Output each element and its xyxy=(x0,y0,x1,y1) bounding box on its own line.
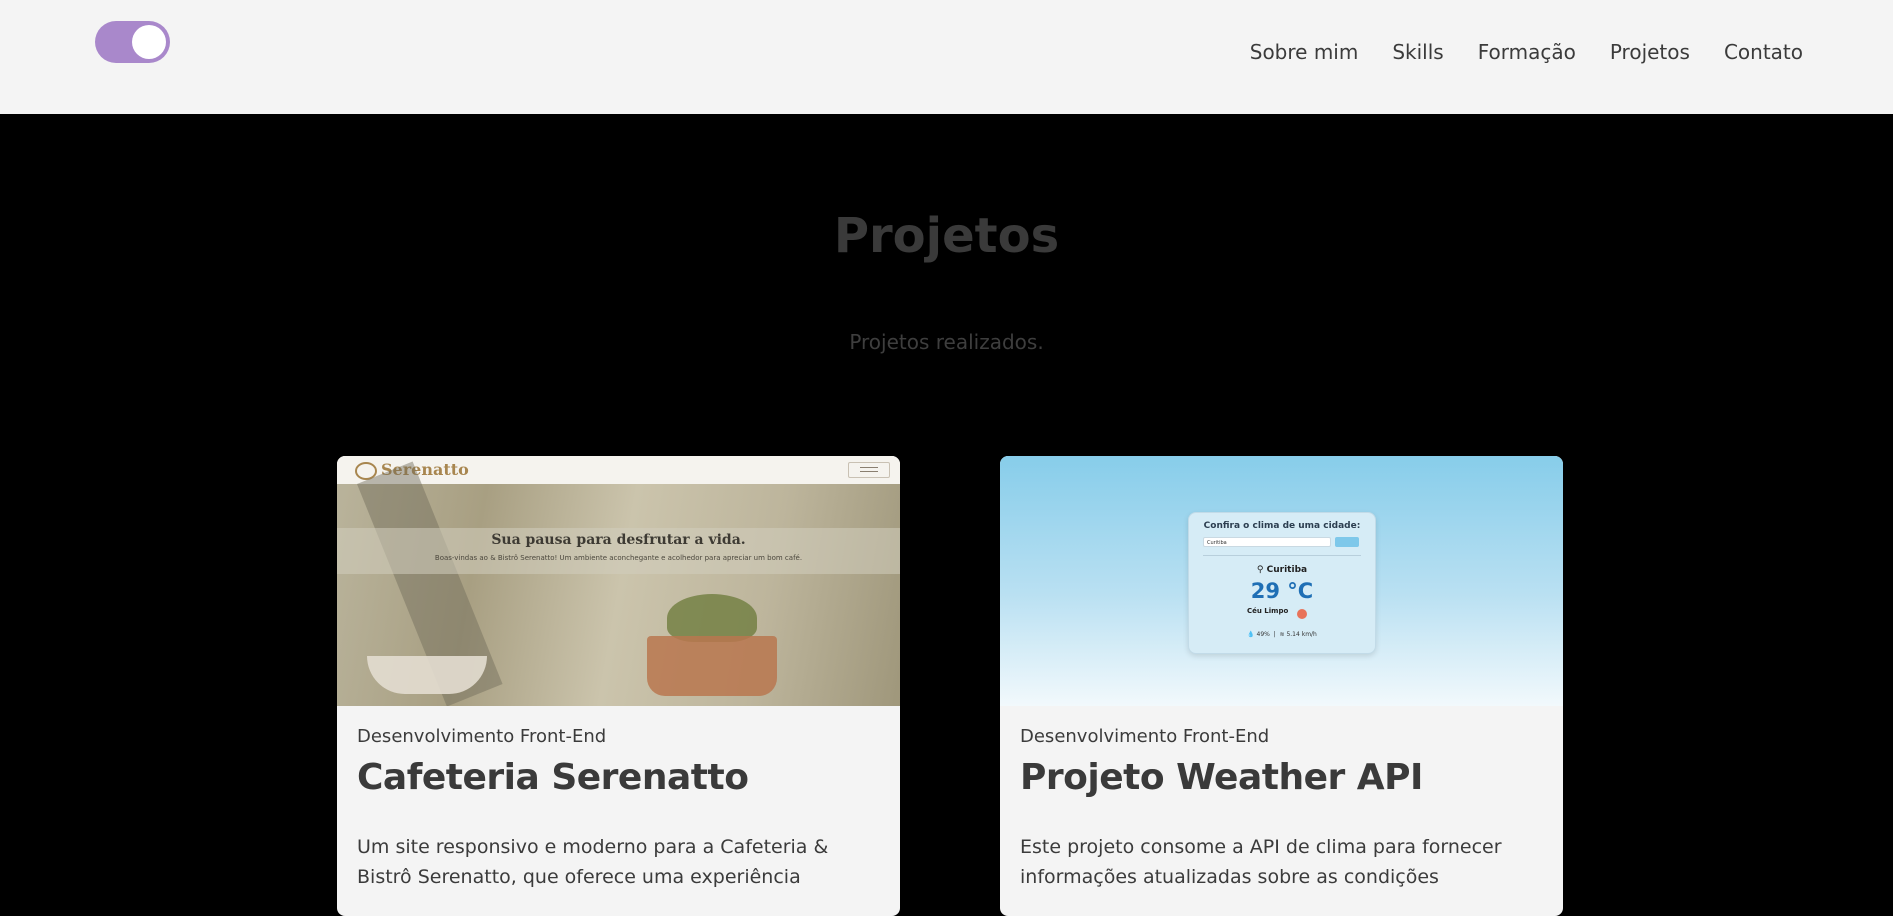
section-subtitle: Projetos realizados. xyxy=(849,330,1044,354)
main-nav: Sobre mim Skills Formação Projetos Conta… xyxy=(1250,40,1803,64)
project-title: Cafeteria Serenatto xyxy=(357,757,749,798)
preview-headline: Sua pausa para desfrutar a vida. xyxy=(491,532,746,548)
search-button xyxy=(1335,537,1359,547)
card-body: Desenvolvimento Front-End Cafeteria Sere… xyxy=(337,706,900,892)
site-header: Sobre mim Skills Formação Projetos Conta… xyxy=(0,0,1893,114)
preview-pot xyxy=(647,636,777,696)
project-category: Desenvolvimento Front-End xyxy=(1020,726,1270,747)
nav-link-formacao[interactable]: Formação xyxy=(1478,40,1576,64)
nav-link-skills[interactable]: Skills xyxy=(1392,40,1443,64)
project-preview-image: Serenatto Sua pausa para desfrutar a vid… xyxy=(337,456,900,706)
weather-sun-icon xyxy=(1297,609,1307,619)
project-card-serenatto[interactable]: Serenatto Sua pausa para desfrutar a vid… xyxy=(337,456,900,916)
weather-city: ⚲ Curitiba xyxy=(1256,565,1308,575)
preview-text: Boas-vindas ao & Bistrô Serenatto! Um am… xyxy=(434,554,803,562)
weather-widget: Confira o clima de uma cidade: Curitiba … xyxy=(1188,512,1376,654)
project-card-weather[interactable]: Confira o clima de uma cidade: Curitiba … xyxy=(1000,456,1563,916)
toggle-knob xyxy=(132,25,166,59)
weather-question: Confira o clima de uma cidade: xyxy=(1203,521,1361,531)
weather-condition: Céu Limpo xyxy=(1247,607,1289,615)
theme-toggle[interactable] xyxy=(95,21,170,63)
preview-cup xyxy=(367,656,487,694)
hamburger-icon xyxy=(848,462,890,478)
project-description: Um site responsivo e moderno para a Cafe… xyxy=(357,836,829,888)
weather-meta: 💧 49% | ≋ 5.14 km/h xyxy=(1247,631,1317,638)
humidity-icon: 💧 xyxy=(1247,631,1257,638)
preview-plant xyxy=(667,594,757,642)
nav-link-sobre-mim[interactable]: Sobre mim xyxy=(1250,40,1359,64)
project-category: Desenvolvimento Front-End xyxy=(357,726,607,747)
card-body: Desenvolvimento Front-End Projeto Weathe… xyxy=(1000,706,1563,892)
location-pin-icon: ⚲ xyxy=(1256,565,1267,575)
nav-link-contato[interactable]: Contato xyxy=(1724,40,1803,64)
section-title: Projetos xyxy=(833,207,1060,264)
project-title: Projeto Weather API xyxy=(1020,757,1423,798)
weather-temperature: 29 °C xyxy=(1250,579,1314,603)
divider xyxy=(1203,555,1361,556)
project-description: Este projeto consome a API de clima para… xyxy=(1020,836,1502,888)
nav-link-projetos[interactable]: Projetos xyxy=(1610,40,1690,64)
city-input: Curitiba xyxy=(1203,537,1331,547)
project-preview-image: Confira o clima de uma cidade: Curitiba … xyxy=(1000,456,1563,706)
